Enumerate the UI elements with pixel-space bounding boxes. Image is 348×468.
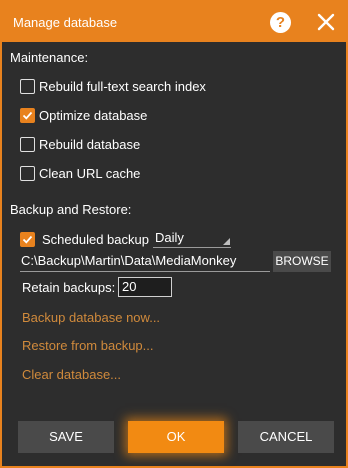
rebuild-fulltext-option[interactable]: Rebuild full-text search index: [20, 77, 206, 95]
cancel-button[interactable]: CANCEL: [238, 421, 334, 453]
backup-now-link[interactable]: Backup database now...: [22, 310, 160, 325]
manage-database-dialog: Manage database ? Maintenance: Rebuild f…: [0, 0, 348, 468]
rebuild-fulltext-checkbox[interactable]: [20, 78, 35, 94]
clear-database-link[interactable]: Clear database...: [22, 367, 121, 382]
clean-url-cache-label: Clean URL cache: [39, 165, 141, 181]
retain-backups-input[interactable]: 20: [118, 277, 172, 297]
clean-url-cache-option[interactable]: Clean URL cache: [20, 164, 140, 182]
rebuild-database-checkbox[interactable]: [20, 136, 35, 152]
clean-url-cache-checkbox[interactable]: [20, 165, 35, 181]
browse-button[interactable]: BROWSE: [273, 251, 331, 272]
title-bar: Manage database ?: [2, 2, 346, 42]
backup-frequency-value: Daily: [155, 230, 184, 245]
scheduled-backup-checkbox[interactable]: [20, 231, 35, 247]
optimize-database-checkbox[interactable]: [20, 107, 35, 123]
scheduled-backup-option[interactable]: Scheduled backup: [20, 230, 149, 248]
optimize-database-label: Optimize database: [39, 107, 148, 123]
backup-path-field[interactable]: C:\Backup\Martin\Data\MediaMonkey: [20, 252, 270, 272]
backup-frequency-dropdown[interactable]: Daily: [153, 229, 231, 248]
rebuild-database-label: Rebuild database: [39, 136, 141, 152]
check-icon: [22, 235, 33, 244]
ok-button[interactable]: OK: [128, 421, 224, 453]
optimize-database-option[interactable]: Optimize database: [20, 106, 147, 124]
help-icon[interactable]: ?: [270, 12, 291, 33]
save-button[interactable]: SAVE: [18, 421, 114, 453]
scheduled-backup-label: Scheduled backup: [42, 231, 149, 247]
rebuild-fulltext-label: Rebuild full-text search index: [39, 78, 206, 94]
retain-backups-label: Retain backups:: [22, 280, 116, 295]
restore-link[interactable]: Restore from backup...: [22, 338, 154, 353]
check-icon: [22, 111, 33, 120]
rebuild-database-option[interactable]: Rebuild database: [20, 135, 140, 153]
backup-restore-heading: Backup and Restore:: [10, 202, 132, 217]
dropdown-arrow-icon: [223, 238, 230, 245]
maintenance-heading: Maintenance:: [10, 50, 89, 65]
dialog-title: Manage database: [13, 15, 118, 30]
close-icon[interactable]: [314, 10, 338, 34]
